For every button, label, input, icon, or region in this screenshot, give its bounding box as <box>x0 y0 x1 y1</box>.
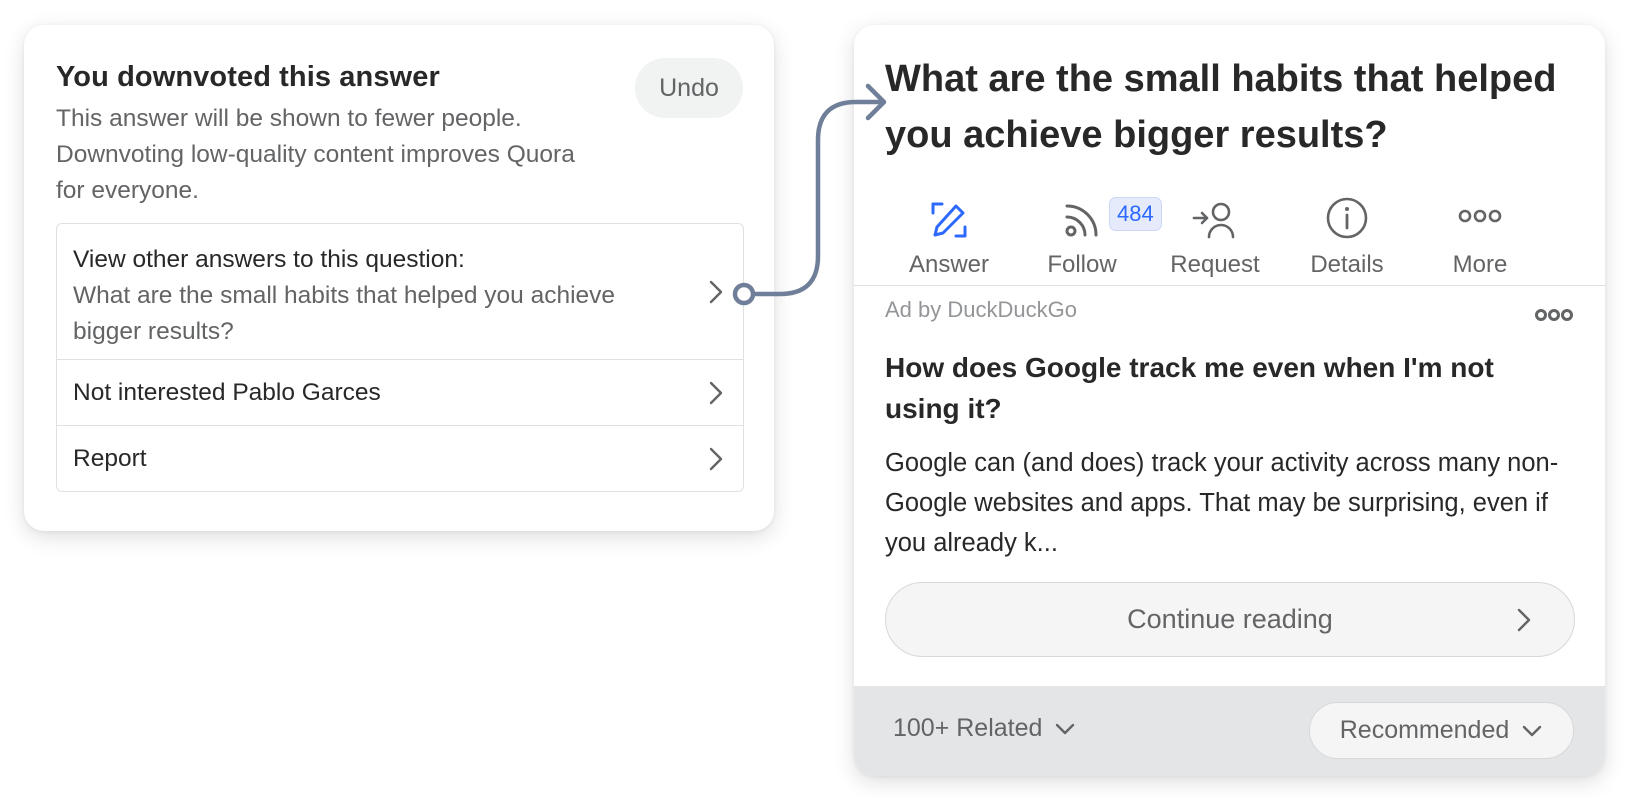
chevron-right-icon <box>709 381 723 404</box>
request-person-icon <box>1192 202 1235 239</box>
chevron-down-icon <box>1056 723 1075 734</box>
continue-reading-label: Continue reading <box>1127 604 1333 634</box>
more-button[interactable]: More <box>1415 170 1545 286</box>
answer-button[interactable]: Answer <box>884 170 1014 286</box>
downvote-options-list: View other answers to this question: Wha… <box>56 223 744 492</box>
details-label: Details <box>1310 251 1384 278</box>
question-footer: 100+ Related Recommended <box>854 686 1605 776</box>
ad-title[interactable]: How does Google track me even when I'm n… <box>885 347 1575 429</box>
info-icon <box>1326 197 1368 239</box>
rss-follow-icon <box>1065 204 1098 237</box>
answer-label: Answer <box>908 251 990 278</box>
follow-label: Follow <box>1047 251 1117 278</box>
details-button[interactable]: Details <box>1282 170 1412 286</box>
downvote-panel: You downvoted this answer This answer wi… <box>24 25 774 531</box>
continue-reading-button[interactable]: Continue reading <box>885 582 1575 657</box>
undo-button[interactable]: Undo <box>635 58 743 118</box>
report-option[interactable]: Report <box>57 425 743 491</box>
more-dots-icon <box>1458 209 1502 223</box>
chevron-down-icon <box>1523 725 1542 736</box>
downvote-title: You downvoted this answer <box>56 61 440 93</box>
question-title[interactable]: What are the small habits that helped yo… <box>885 51 1585 163</box>
sort-dropdown[interactable]: Recommended <box>1309 702 1574 759</box>
chevron-right-icon <box>1517 608 1531 631</box>
related-label: 100+ Related <box>893 714 1043 742</box>
downvote-description: This answer will be shown to fewer peopl… <box>56 105 575 204</box>
ad-sponsor-label: Ad by DuckDuckGo <box>885 297 1077 322</box>
more-label: More <box>1452 251 1508 278</box>
question-action-bar: Answer Follow 484 Request Details More <box>854 170 1605 286</box>
not-interested-option[interactable]: Not interested Pablo Garces <box>57 359 743 425</box>
ad-body: Google can (and does) track your activit… <box>885 449 1559 557</box>
ad-more-options-icon[interactable] <box>1534 305 1574 325</box>
related-dropdown[interactable]: 100+ Related <box>893 714 1076 743</box>
chevron-right-icon <box>709 280 723 303</box>
request-label: Request <box>1170 251 1260 278</box>
view-other-answers-question: What are the small habits that helped yo… <box>73 282 616 345</box>
report-label: Report <box>73 444 147 472</box>
sort-label: Recommended <box>1339 716 1510 744</box>
chevron-right-icon <box>709 447 723 470</box>
not-interested-label: Not interested Pablo Garces <box>73 378 381 406</box>
question-panel: What are the small habits that helped yo… <box>854 25 1605 776</box>
pencil-edit-icon <box>931 202 967 238</box>
view-other-answers-label: View other answers to this question: <box>73 246 465 273</box>
request-button[interactable]: Request <box>1150 170 1280 286</box>
view-other-answers-option[interactable]: View other answers to this question: Wha… <box>57 224 743 359</box>
